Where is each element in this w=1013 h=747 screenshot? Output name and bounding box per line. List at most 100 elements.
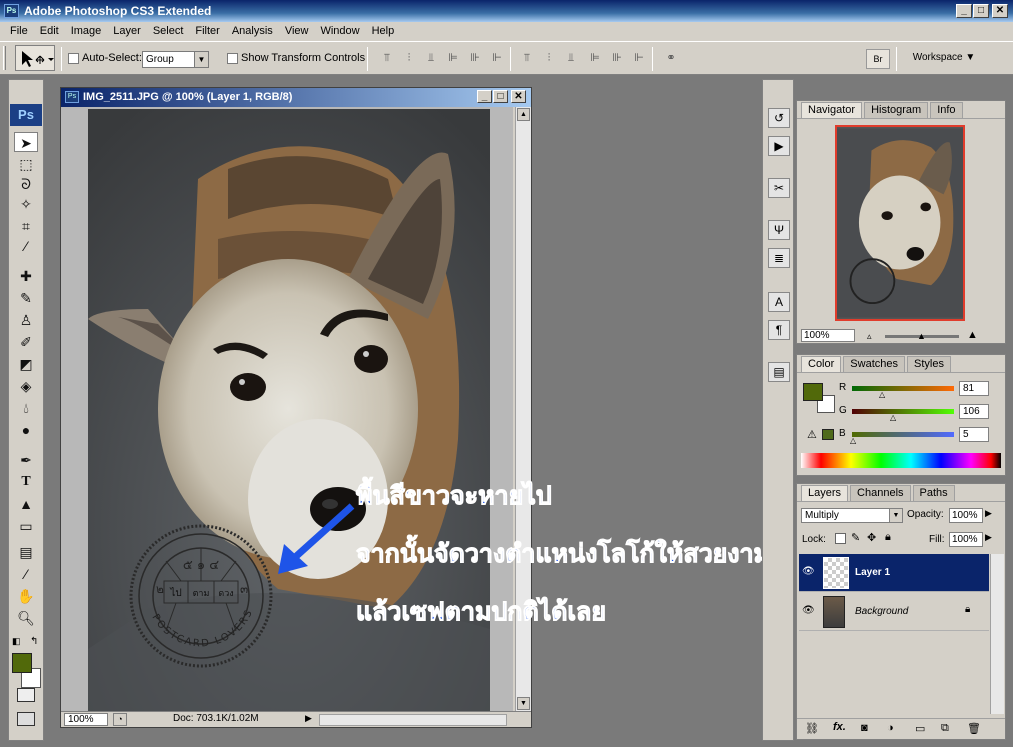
scroll-up-icon[interactable]: ▲ [517, 108, 530, 121]
gamut-swatch[interactable] [822, 429, 834, 440]
lock-pixels-icon[interactable]: ✎ [851, 531, 860, 544]
options-grip[interactable] [3, 46, 6, 70]
menu-file[interactable]: File [4, 22, 34, 41]
doc-maximize-button[interactable]: □ [493, 90, 508, 103]
layer-style-icon[interactable]: fx. [833, 721, 846, 733]
gamut-warning-icon[interactable]: ⚠ [807, 428, 817, 441]
new-layer-icon[interactable]: ⧉ [941, 722, 949, 735]
zoom-tool-icon[interactable]: 🔍︎ [14, 608, 38, 628]
adjustment-layer-icon[interactable]: ◑ [887, 722, 894, 734]
clone-stamp-icon[interactable]: ♙ [14, 310, 38, 330]
history-brush-icon[interactable]: ✐ [14, 332, 38, 352]
tool-presets-icon[interactable]: ✂ [768, 178, 790, 198]
tab-channels[interactable]: Channels [850, 485, 911, 501]
blend-mode-dropdown[interactable]: Multiply ▼ [801, 508, 903, 523]
workspace-menu[interactable]: Workspace ▼ [903, 48, 985, 68]
tab-info[interactable]: Info [930, 102, 963, 118]
distribute-hcenter-icon[interactable]: ⊪ [610, 51, 624, 65]
visibility-eye-icon[interactable]: 👁︎ [802, 605, 815, 616]
g-slider-thumb[interactable]: △ [890, 413, 896, 422]
slice-tool-icon[interactable]: ⁄ [14, 236, 38, 256]
move-tool-icon[interactable]: ➤ [14, 132, 38, 152]
doc-minimize-button[interactable]: _ [477, 90, 492, 103]
visibility-eye-icon[interactable]: 👁︎ [802, 566, 815, 577]
menu-select[interactable]: Select [147, 22, 190, 41]
shape-tool-icon[interactable]: ▭ [14, 516, 38, 536]
document-titlebar[interactable]: IMG_2511.JPG @ 100% (Layer 1, RGB/8) [61, 88, 531, 107]
brushes-panel-icon[interactable]: Ψ [768, 220, 790, 240]
r-slider-thumb[interactable]: △ [879, 390, 885, 399]
actions-panel-icon[interactable]: ▶ [768, 136, 790, 156]
tab-navigator[interactable]: Navigator [801, 102, 863, 118]
tool-preset-picker[interactable] [15, 45, 55, 71]
color-spectrum-bar[interactable] [801, 453, 1001, 468]
distribute-right-icon[interactable]: ⊩ [632, 51, 646, 65]
screen-mode-icon[interactable] [17, 712, 35, 726]
distribute-bottom-icon[interactable]: ⫫ [564, 51, 578, 65]
lasso-tool-icon[interactable]: ᘐ [14, 174, 38, 194]
zoom-field[interactable]: 100% [64, 713, 108, 726]
zoom-out-icon[interactable]: ▵ [867, 331, 872, 342]
layer-name-layer-1[interactable]: Layer 1 [855, 567, 890, 578]
tab-styles[interactable]: Styles [907, 356, 951, 372]
tab-histogram[interactable]: Histogram [864, 102, 929, 118]
menu-analysis[interactable]: Analysis [226, 22, 279, 41]
blur-tool-icon[interactable]: 💧︎ [14, 398, 38, 418]
align-right-icon[interactable]: ⊩ [490, 51, 504, 65]
bridge-icon[interactable]: Br [866, 49, 890, 69]
fill-arrow-icon[interactable]: ▶ [985, 532, 992, 543]
tab-color[interactable]: Color [801, 356, 842, 372]
r-value-field[interactable]: 81 [959, 381, 989, 396]
horizontal-scrollbar[interactable] [319, 714, 507, 726]
b-slider[interactable] [852, 432, 954, 437]
layers-scrollbar[interactable] [990, 554, 1004, 714]
healing-brush-icon[interactable]: ✚ [14, 266, 38, 286]
color-fg-swatch[interactable] [803, 383, 823, 401]
default-colors-icon[interactable]: ◧ [12, 636, 21, 647]
notes-tool-icon[interactable]: ▤ [14, 542, 38, 562]
align-left-icon[interactable]: ⊫ [446, 51, 460, 65]
distribute-top-icon[interactable]: ⫪ [520, 51, 534, 65]
menu-window[interactable]: Window [314, 22, 365, 41]
add-mask-icon[interactable]: ◙ [861, 722, 868, 734]
lock-transparency-icon[interactable] [835, 533, 846, 544]
menu-help[interactable]: Help [366, 22, 401, 41]
auto-select-dropdown[interactable]: Group ▼ [142, 51, 209, 68]
crop-tool-icon[interactable]: ⌗ [14, 216, 38, 236]
paragraph-panel-icon[interactable]: ¶ [768, 320, 790, 340]
layer-row-background[interactable]: 👁︎ Background 🔒︎ [799, 593, 989, 631]
brush-tool-icon[interactable]: ✎ [14, 288, 38, 308]
minimize-button[interactable]: _ [956, 4, 972, 18]
menu-filter[interactable]: Filter [189, 22, 225, 41]
menu-edit[interactable]: Edit [34, 22, 65, 41]
tab-layers[interactable]: Layers [801, 485, 849, 501]
paint-bucket-icon[interactable]: ◈ [14, 376, 38, 396]
b-slider-thumb[interactable]: △ [850, 436, 856, 445]
eyedropper-icon[interactable]: ⁄ [14, 564, 38, 584]
magic-wand-icon[interactable]: ✧ [14, 194, 38, 214]
distribute-vcenter-icon[interactable]: ⫶ [542, 51, 556, 65]
new-group-icon[interactable]: ▭ [915, 722, 925, 735]
tab-swatches[interactable]: Swatches [843, 356, 905, 372]
opacity-field[interactable]: 100% [949, 508, 983, 523]
align-vcenter-icon[interactable]: ⫶ [402, 51, 416, 65]
marquee-tool-icon[interactable]: ⬚ [14, 154, 38, 174]
align-top-icon[interactable]: ⫪ [380, 51, 394, 65]
zoom-in-icon[interactable]: ▲ [967, 329, 978, 341]
delete-layer-icon[interactable]: 🗑︎ [967, 722, 981, 735]
b-value-field[interactable]: 5 [959, 427, 989, 442]
g-slider[interactable] [852, 409, 954, 414]
status-menu-arrow-icon[interactable]: ▶ [305, 713, 312, 724]
swap-colors-icon[interactable]: ↰ [30, 636, 38, 647]
path-selection-icon[interactable]: ▲ [14, 494, 38, 514]
align-bottom-icon[interactable]: ⫫ [424, 51, 438, 65]
show-transform-checkbox[interactable] [227, 53, 238, 64]
navigator-preview[interactable] [835, 125, 965, 321]
g-value-field[interactable]: 106 [959, 404, 989, 419]
type-tool-icon[interactable]: T [14, 472, 38, 492]
close-button[interactable]: ✕ [992, 4, 1008, 18]
foreground-color-swatch[interactable] [12, 653, 32, 673]
lock-all-icon[interactable]: 🔒︎ [885, 531, 891, 544]
character-panel-icon[interactable]: A [768, 292, 790, 312]
layer-row-layer-1[interactable]: 👁︎ Layer 1 [799, 554, 989, 592]
